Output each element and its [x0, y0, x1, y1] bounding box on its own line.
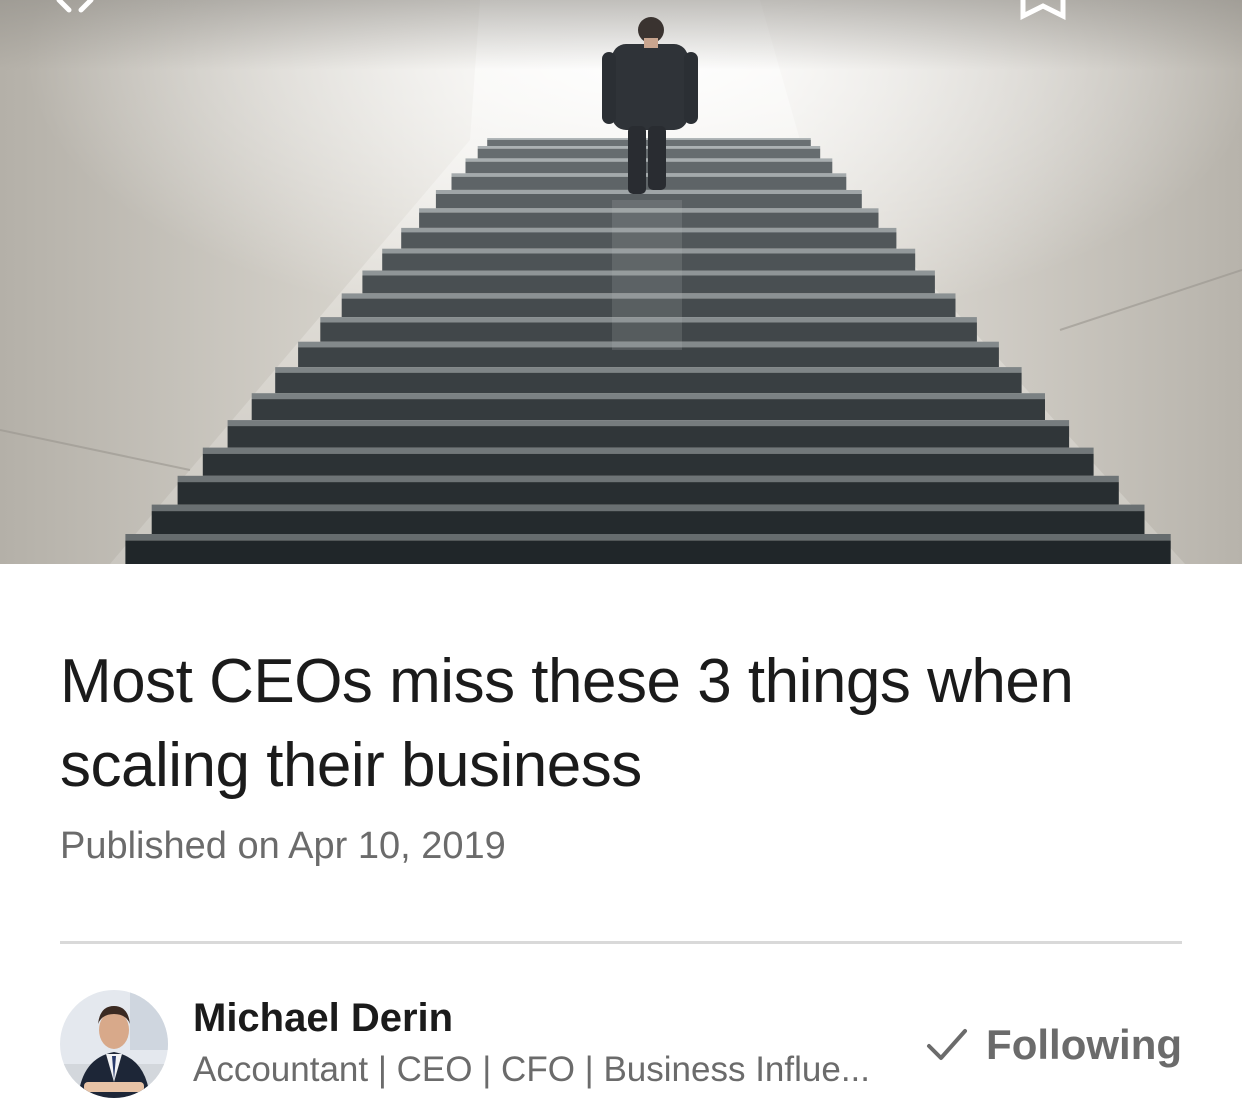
bookmark-icon: [1020, 0, 1066, 20]
avatar[interactable]: [60, 990, 168, 1098]
stair-tread: [435, 190, 862, 194]
close-button[interactable]: [40, 0, 110, 30]
stair-riser: [125, 540, 1171, 564]
stair-riser: [202, 453, 1094, 476]
stair-riser: [251, 399, 1045, 420]
staircase-illustration: [0, 0, 1242, 564]
author-row: Michael Derin Accountant | CEO | CFO | B…: [60, 990, 1182, 1100]
close-icon: [56, 0, 94, 13]
stair-tread: [151, 504, 1145, 512]
hero-image: [0, 0, 1242, 564]
following-button[interactable]: Following: [926, 1020, 1182, 1070]
stair-riser: [275, 372, 1022, 394]
stair-riser: [177, 482, 1119, 505]
stair-riser: [227, 426, 1070, 448]
author-name[interactable]: Michael Derin: [193, 993, 453, 1043]
article-title: Most CEOs miss these 3 things when scali…: [60, 647, 1074, 800]
stair-tread: [275, 367, 1022, 373]
stair-tread: [251, 393, 1045, 400]
divider: [60, 941, 1182, 944]
checkmark-icon: [927, 1029, 968, 1060]
stair-tread: [202, 447, 1094, 454]
stair-riser: [298, 347, 999, 368]
stair-riser: [151, 511, 1145, 534]
bookmark-button[interactable]: [1008, 0, 1078, 30]
following-label: Following: [986, 1021, 1182, 1068]
author-photo: [60, 990, 168, 1098]
author-headline: Accountant | CEO | CFO | Business Influe…: [193, 1050, 870, 1089]
stair-tread: [125, 534, 1171, 541]
stair-tread: [177, 475, 1119, 483]
article-page: Most CEOs miss these 3 things when scali…: [0, 0, 1242, 1117]
stair-tread: [227, 420, 1070, 427]
published-date: Published on Apr 10, 2019: [60, 825, 506, 867]
